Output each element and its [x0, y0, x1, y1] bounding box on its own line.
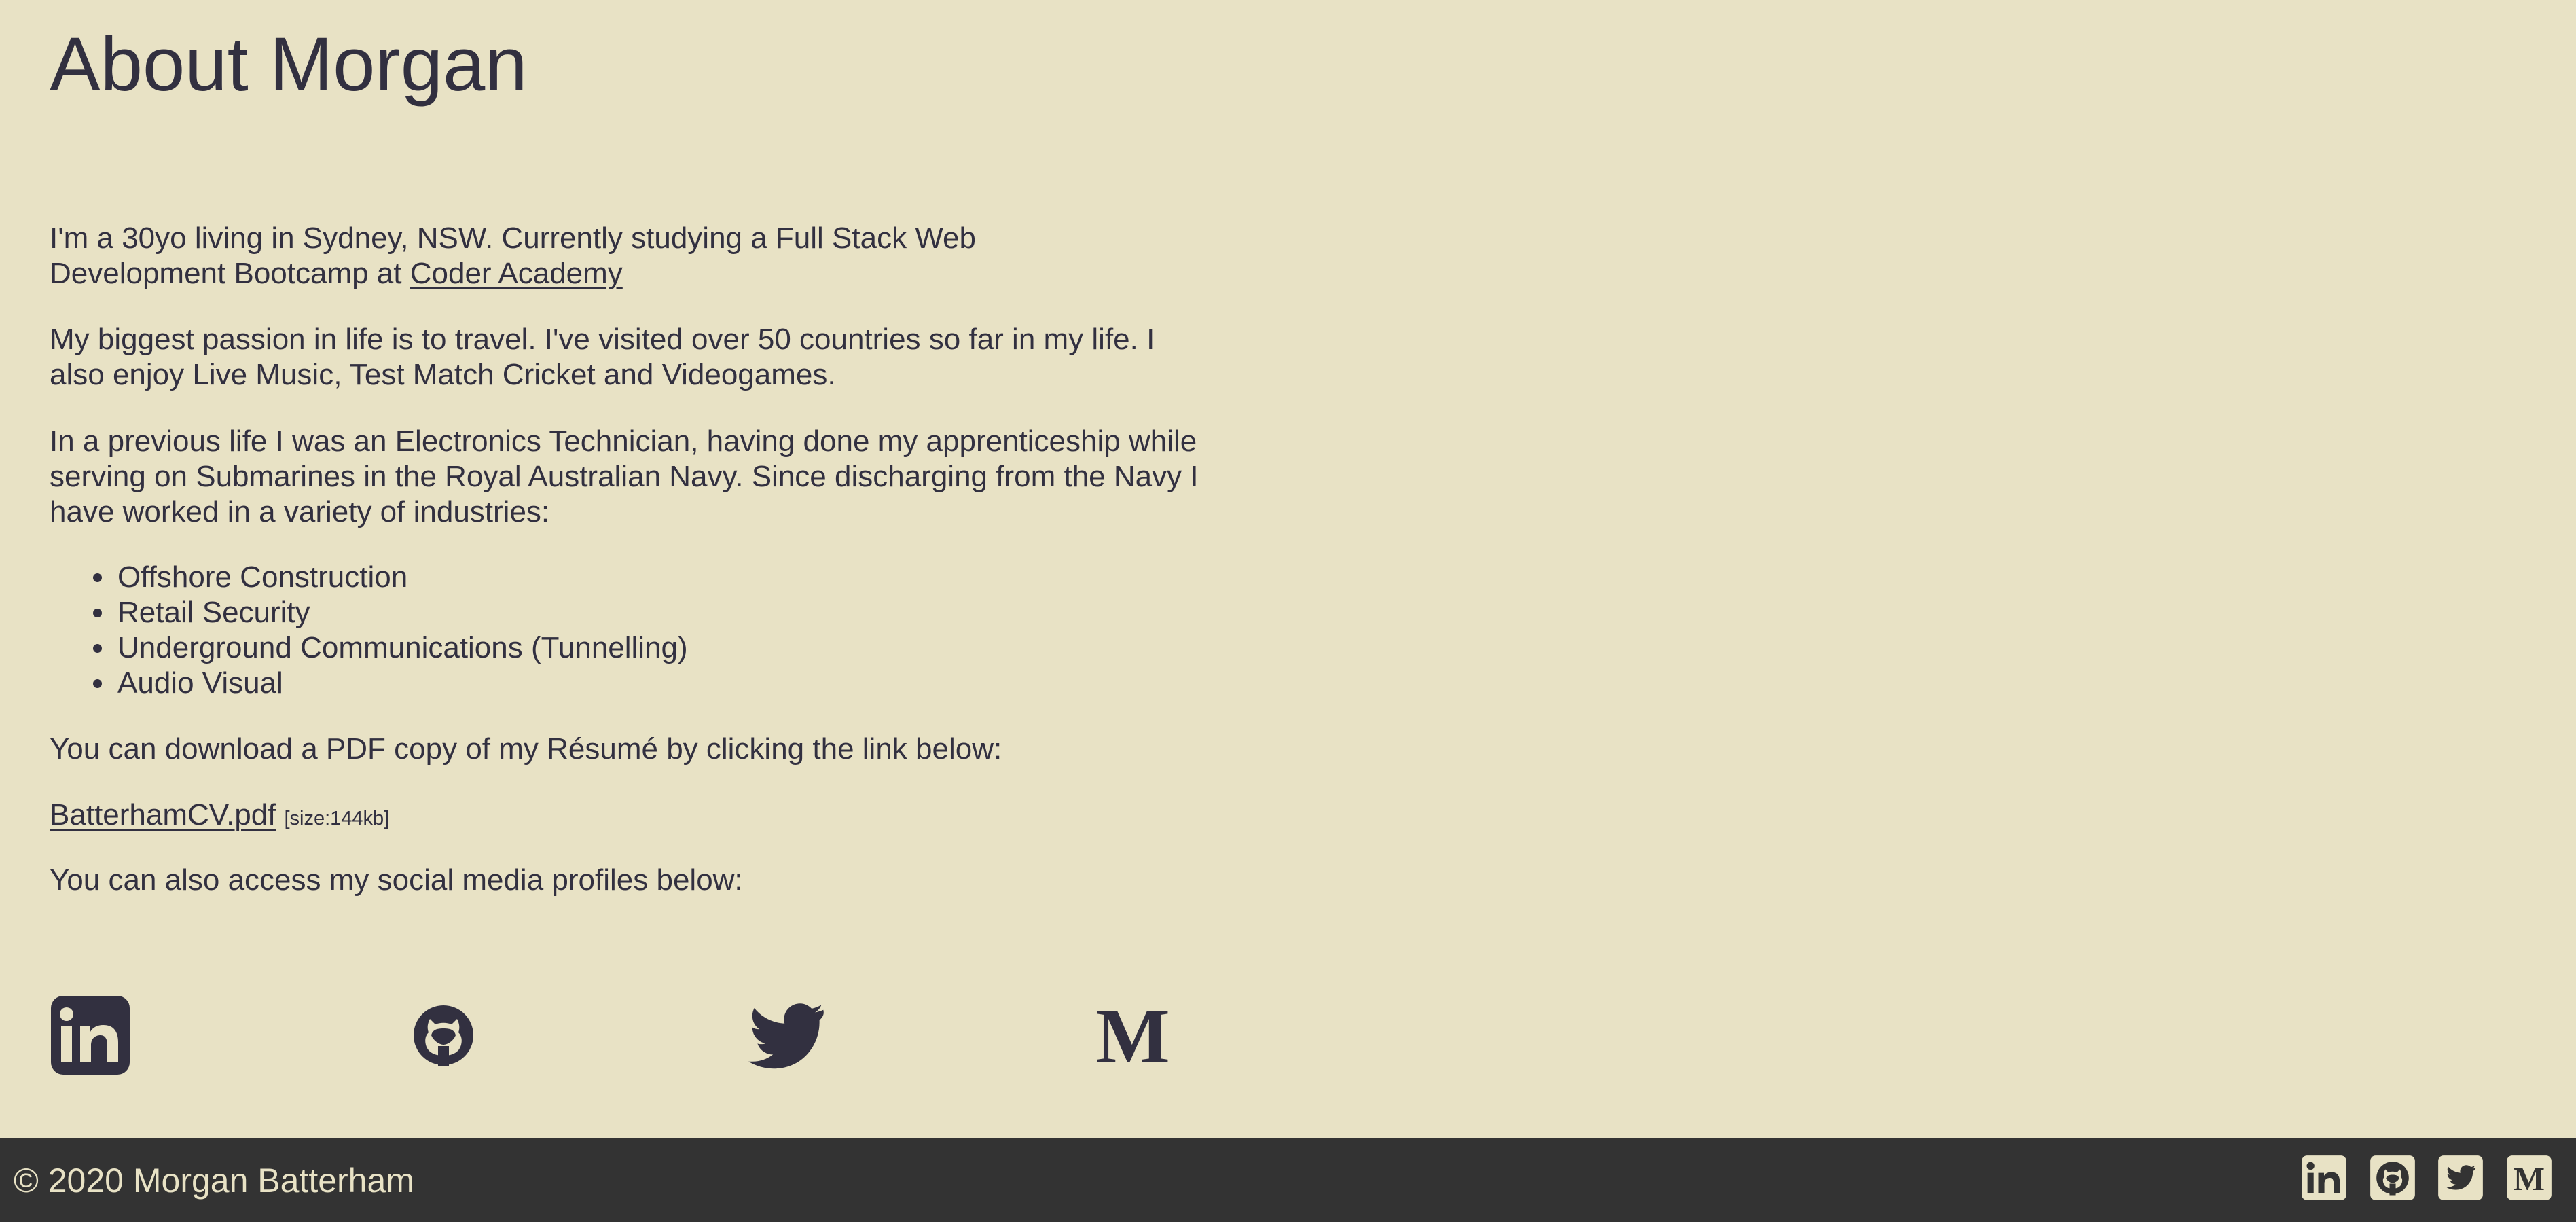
industry-label: Underground Communications (Tunnelling) — [117, 631, 688, 664]
twitter-icon[interactable] — [2437, 1155, 2484, 1201]
footer: © 2020 Morgan Batterham M — [0, 1138, 2576, 1222]
bullet — [93, 644, 102, 653]
industry-label: Audio Visual — [117, 666, 283, 700]
bullet — [93, 573, 102, 582]
industry-label: Retail Security — [117, 596, 310, 629]
linkedin-icon[interactable] — [2301, 1155, 2347, 1201]
bullet — [93, 609, 102, 617]
industry-label: Offshore Construction — [117, 560, 408, 594]
page-title: About Morgan — [50, 22, 528, 107]
linkedin-icon[interactable] — [50, 994, 131, 1076]
cv-download-row: BatterhamCV.pdf [size:144kb] — [50, 797, 389, 833]
github-icon[interactable] — [2370, 1155, 2416, 1201]
medium-icon[interactable]: M — [2506, 1155, 2552, 1201]
passion-paragraph: My biggest passion in life is to travel.… — [50, 323, 1155, 391]
coder-academy-link[interactable]: Coder Academy — [410, 257, 623, 290]
medium-icon[interactable]: M — [1092, 993, 1174, 1080]
bullet — [93, 679, 102, 688]
download-paragraph: You can download a PDF copy of my Résumé… — [50, 732, 1002, 766]
list-item: Underground Communications (Tunnelling) — [93, 630, 688, 666]
previous-life-paragraph: In a previous life I was an Electronics … — [50, 425, 1199, 528]
svg-text:M: M — [2514, 1161, 2545, 1198]
list-item: Audio Visual — [93, 666, 688, 701]
social-paragraph: You can also access my social media prof… — [50, 863, 743, 897]
cv-download-link[interactable]: BatterhamCV.pdf — [50, 798, 276, 831]
list-item: Retail Security — [93, 595, 688, 630]
twitter-icon[interactable] — [746, 994, 827, 1076]
page: About Morgan I'm a 30yo living in Sydney… — [0, 0, 2576, 1222]
industries-list: Offshore Construction Retail Security Un… — [50, 560, 688, 701]
github-icon[interactable] — [403, 994, 484, 1076]
copyright-text: © 2020 Morgan Batterham — [14, 1162, 414, 1200]
list-item: Offshore Construction — [93, 560, 688, 595]
svg-text:M: M — [1095, 994, 1170, 1076]
cv-file-size: [size:144kb] — [284, 808, 390, 829]
intro-paragraph: I'm a 30yo living in Sydney, NSW. Curren… — [50, 221, 1109, 291]
